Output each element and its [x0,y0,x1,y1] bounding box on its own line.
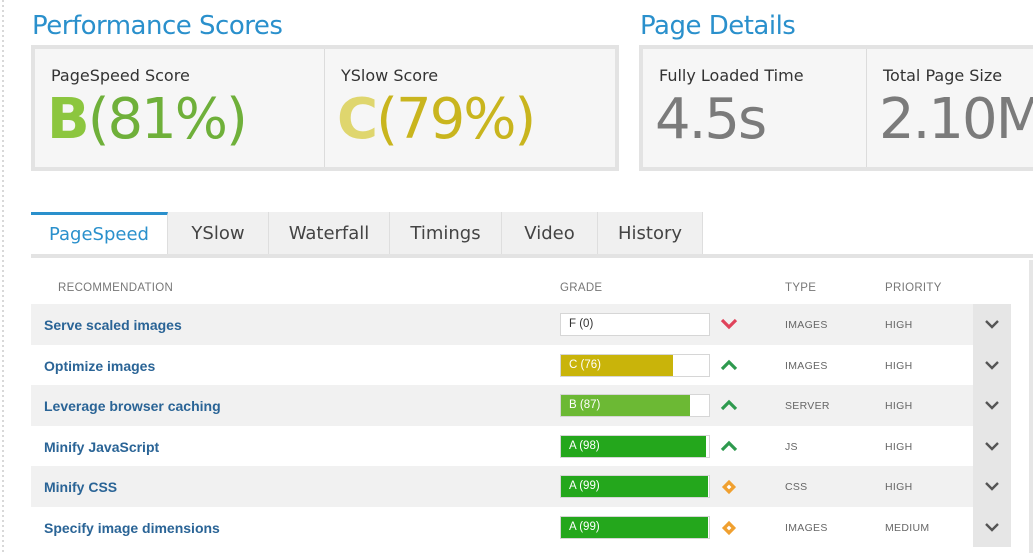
chevron-down-icon [985,360,999,370]
chevron-down-icon [985,441,999,451]
type-value: IMAGES [785,359,828,372]
fully-loaded-time-value: 4.5s [655,87,767,152]
recommendation-link[interactable]: Serve scaled images [44,317,182,333]
grade-bar: A (99) [560,515,710,539]
performance-scores-title: Performance Scores [32,11,283,41]
recommendation-link[interactable]: Specify image dimensions [44,520,220,536]
yslow-score-value: C(79%) [337,87,536,152]
type-column-header: TYPE [785,282,817,294]
pagespeed-grade-letter: B [47,87,90,152]
recommendations-table-body: Serve scaled images F (0) IMAGES HIGH Optimi… [31,304,1011,547]
recommendation-column-header: RECOMMENDATION [58,282,174,294]
priority-value: HIGH [885,400,913,412]
expand-row-button[interactable] [973,506,1011,547]
recommendations-table-header: RECOMMENDATION GRADE TYPE PRIORITY [31,282,1011,298]
grade-bar-label: A (99) [569,520,600,533]
tab-yslow[interactable]: YSlow [168,212,269,254]
grade-bar: F (0) [560,313,710,336]
report-tabs: PageSpeed YSlow Waterfall Timings Video … [31,212,1033,258]
table-row[interactable]: Specify image dimensions A (99) IMAGES MEDI… [31,506,1011,547]
pagespeed-score-card: PageSpeed Score B(81%) [35,49,325,167]
table-row[interactable]: Leverage browser caching B (87) SERVER HIGH [31,385,1011,426]
left-rail-decoration [0,0,8,553]
tabs-underline [31,254,1033,258]
tab-timings[interactable]: Timings [390,212,502,254]
pagespeed-score-value: B(81%) [47,87,248,152]
chevron-down-icon [985,522,999,532]
table-row[interactable]: Serve scaled images F (0) IMAGES HIGH [31,304,1011,345]
total-page-size-label: Total Page Size [883,66,1003,85]
grade-bar-label: F (0) [569,318,594,330]
priority-value: MEDIUM [885,521,930,534]
type-value: IMAGES [785,521,828,534]
down-chevron-icon [720,317,738,333]
performance-scores-panel: PageSpeed Score B(81%) YSlow Score C(79%… [31,45,619,171]
tab-video[interactable]: Video [502,212,598,254]
diamond-icon [720,520,738,536]
table-row[interactable]: Minify JavaScript A (98) JS HIGH [31,425,1011,466]
recommendation-link[interactable]: Minify CSS [44,479,117,495]
grade-bar: B (87) [560,394,710,417]
recommendation-link[interactable]: Minify JavaScript [44,439,159,455]
expand-row-button[interactable] [973,304,1011,345]
total-page-size-value: 2.10MB [879,87,1033,152]
scrollbar[interactable] [1029,260,1033,553]
diamond-icon [720,479,738,495]
yslow-score-label: YSlow Score [341,66,439,85]
priority-column-header: PRIORITY [885,282,942,294]
expand-row-button[interactable] [973,344,1011,385]
grade-bar-label: B (87) [569,399,601,411]
grade-bar: C (76) [560,353,710,377]
priority-value: HIGH [885,481,913,493]
yslow-grade-percent: (79%) [376,87,536,152]
tab-waterfall[interactable]: Waterfall [269,212,390,254]
chevron-down-icon [985,482,999,491]
type-value: JS [785,440,798,453]
tab-history[interactable]: History [598,212,703,254]
expand-row-button[interactable] [973,385,1011,426]
tab-pagespeed[interactable]: PageSpeed [31,212,168,258]
up-chevron-icon [720,398,738,414]
pagespeed-grade-percent: (81%) [87,87,248,152]
grade-bar-label: C (76) [569,358,601,371]
grade-bar-label: A (98) [569,439,600,452]
type-value: SERVER [785,400,830,412]
yslow-score-card: YSlow Score C(79%) [325,49,615,167]
fully-loaded-time-label: Fully Loaded Time [659,66,804,85]
expand-row-button[interactable] [973,425,1011,466]
recommendation-link[interactable]: Optimize images [44,358,155,374]
recommendation-link[interactable]: Leverage browser caching [44,398,221,414]
grade-bar: A (98) [560,434,710,458]
grade-bar: A (99) [560,475,710,498]
table-row[interactable]: Minify CSS A (99) CSS HIGH [31,466,1011,507]
page-details-panel: Fully Loaded Time 4.5s Total Page Size 2… [639,45,1033,171]
expand-row-button[interactable] [973,466,1011,507]
type-value: IMAGES [785,319,828,331]
type-value: CSS [785,481,808,493]
yslow-grade-letter: C [337,87,378,152]
chevron-down-icon [985,320,999,329]
grade-column-header: GRADE [560,282,603,294]
priority-value: HIGH [885,440,913,453]
priority-value: HIGH [885,359,913,372]
priority-value: HIGH [885,319,913,331]
up-chevron-icon [720,439,738,455]
total-page-size-card: Total Page Size 2.10MB [867,49,1033,167]
chevron-down-icon [985,401,999,410]
up-chevron-icon [720,358,738,374]
table-row[interactable]: Optimize images C (76) IMAGES HIGH [31,344,1011,385]
page-details-title: Page Details [640,11,796,41]
pagespeed-score-label: PageSpeed Score [51,66,190,85]
fully-loaded-time-card: Fully Loaded Time 4.5s [643,49,867,167]
grade-bar-label: A (99) [569,480,600,492]
